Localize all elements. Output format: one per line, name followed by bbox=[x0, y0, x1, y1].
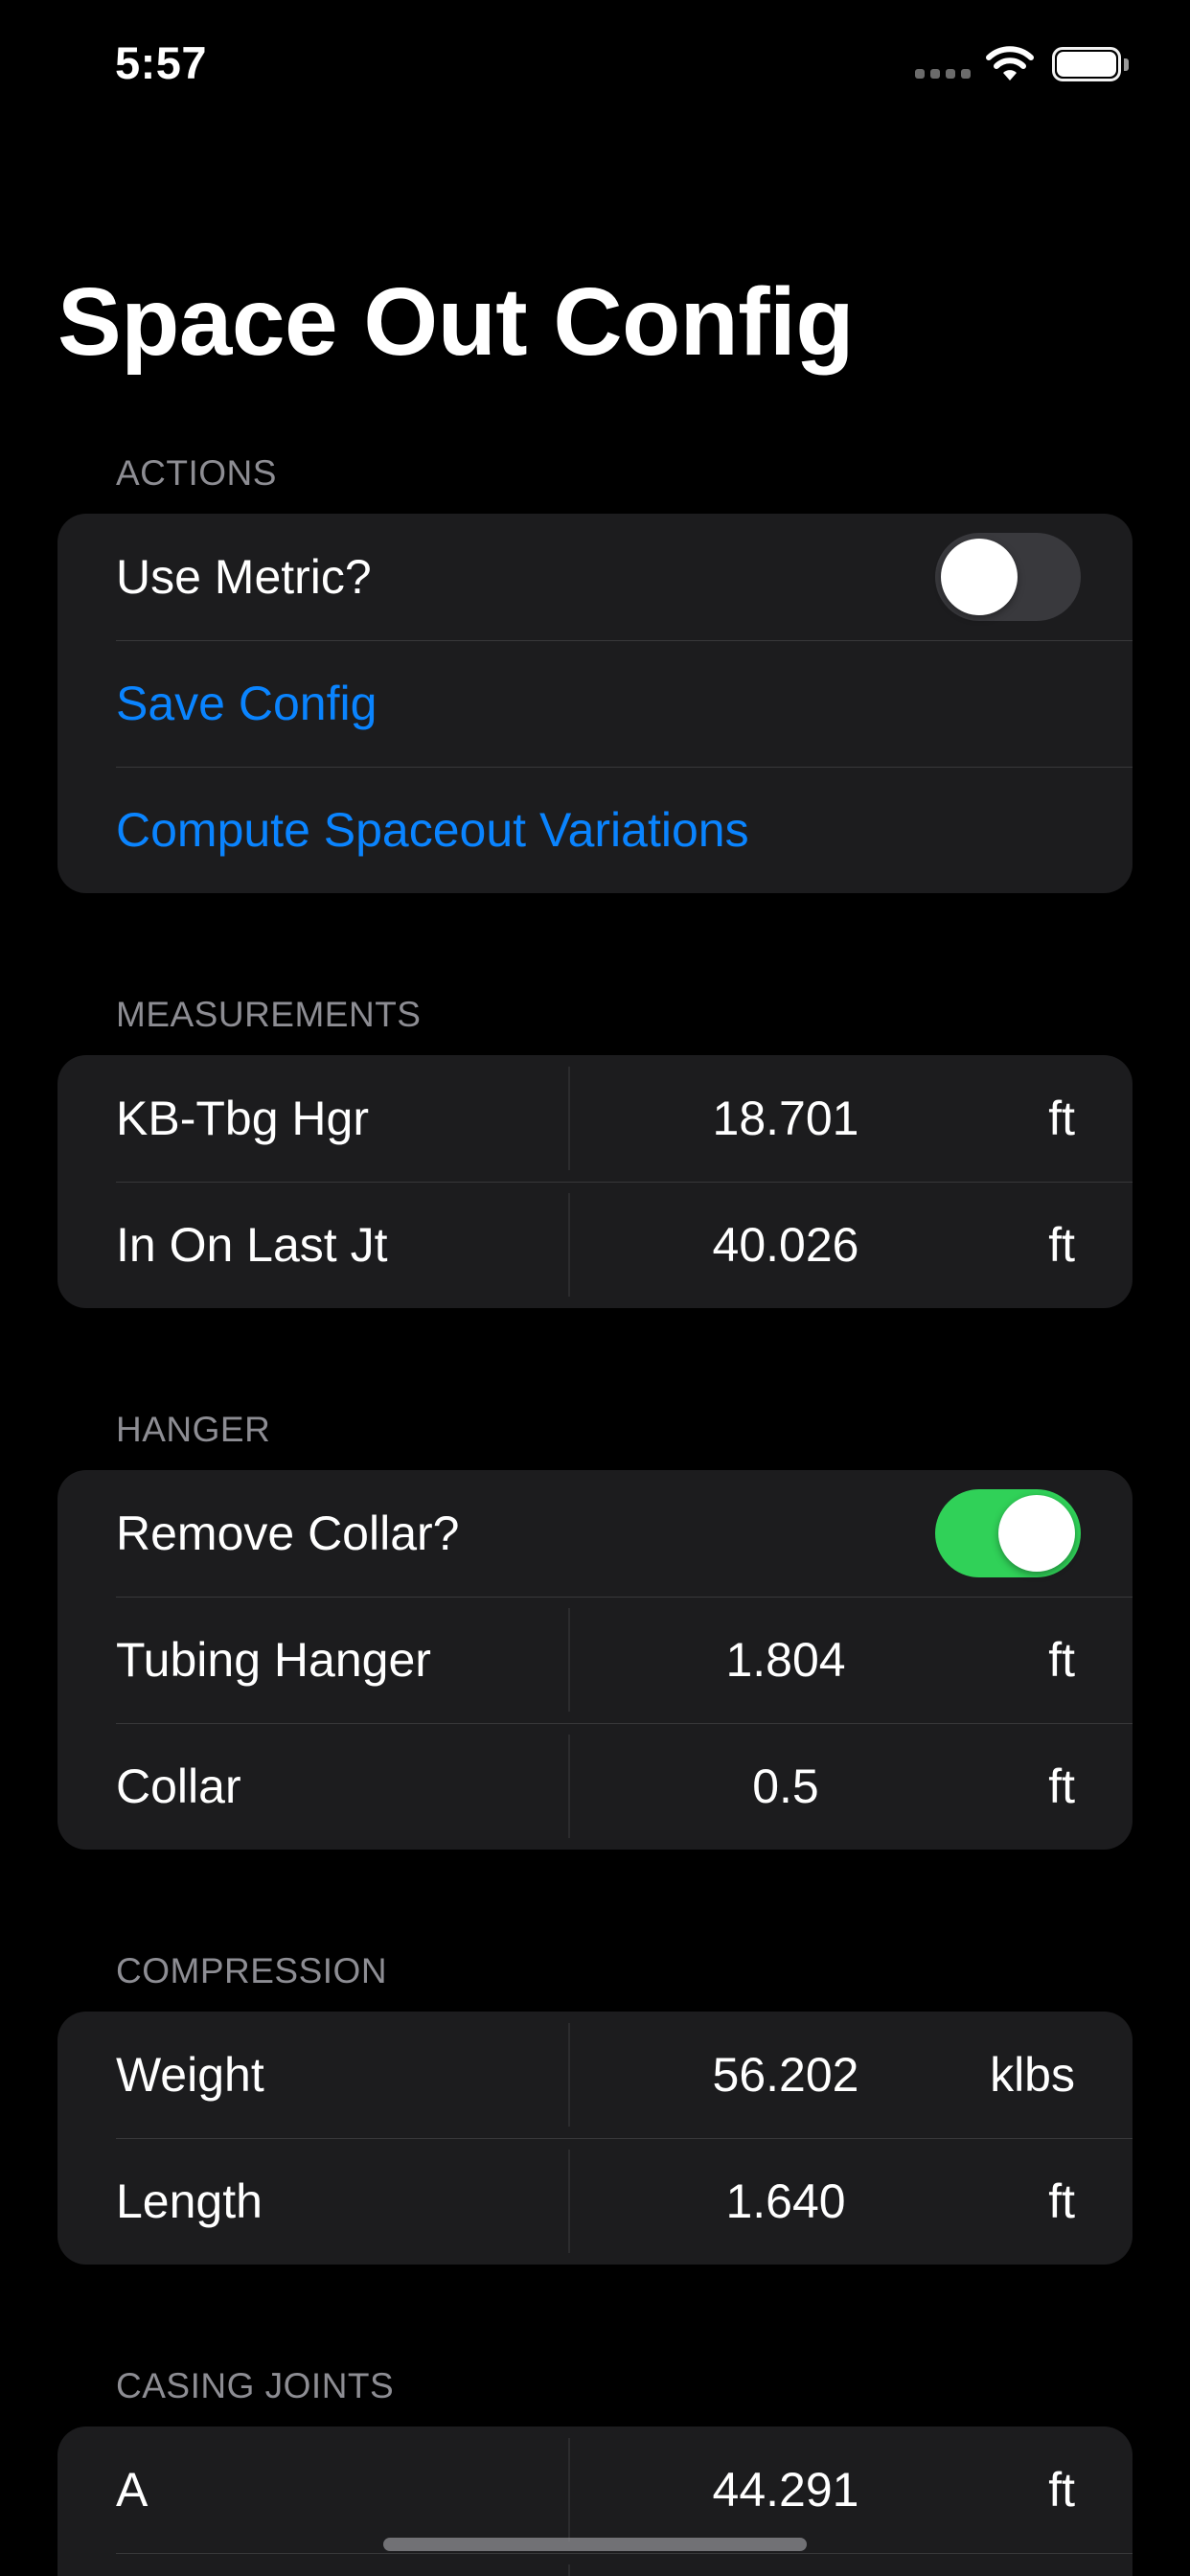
in-on-last-jt-field[interactable]: 40.026 bbox=[570, 1182, 1001, 1308]
tubing-hanger-label: Tubing Hanger bbox=[116, 1633, 431, 1687]
status-bar: 5:57 bbox=[0, 0, 1190, 134]
casing-joint-a-label: A bbox=[116, 2463, 149, 2517]
battery-icon bbox=[1052, 47, 1129, 81]
remove-collar-row: Remove Collar? bbox=[57, 1470, 1133, 1597]
save-config-row[interactable]: Save Config bbox=[57, 640, 1133, 767]
casing-joint-a-field[interactable]: 44.291 bbox=[570, 2426, 1001, 2553]
unit-label: ft bbox=[1048, 1633, 1075, 1687]
weight-label: Weight bbox=[116, 2048, 264, 2102]
length-field[interactable]: 1.640 bbox=[570, 2138, 1001, 2265]
measurements-group: KB-Tbg Hgr 18.701 ft In On Last Jt 40.02… bbox=[57, 1055, 1133, 1308]
page-title: Space Out Config bbox=[57, 268, 854, 376]
unit-label: ft bbox=[1048, 2463, 1075, 2517]
toggle-knob bbox=[998, 1495, 1075, 1572]
table-row: KB-Tbg Hgr 18.701 ft bbox=[57, 1055, 1133, 1182]
in-on-last-jt-label: In On Last Jt bbox=[116, 1218, 388, 1272]
kb-tbg-hgr-label: KB-Tbg Hgr bbox=[116, 1092, 369, 1145]
table-row: In On Last Jt 40.026 ft bbox=[57, 1182, 1133, 1308]
unit-label: ft bbox=[1048, 1092, 1075, 1145]
compression-group: Weight 56.202 klbs Length 1.640 ft bbox=[57, 2012, 1133, 2265]
section-header-casing-joints: CASING JOINTS bbox=[116, 2366, 395, 2405]
tubing-hanger-field[interactable]: 1.804 bbox=[570, 1597, 1001, 1723]
cellular-signal-icon bbox=[915, 69, 971, 80]
save-config-button[interactable]: Save Config bbox=[116, 640, 377, 767]
length-label: Length bbox=[116, 2174, 263, 2228]
table-row: Length 1.640 ft bbox=[57, 2138, 1133, 2265]
unit-label: klbs bbox=[990, 2048, 1075, 2102]
battery-level bbox=[1057, 52, 1116, 77]
section-header-hanger: HANGER bbox=[116, 1410, 271, 1449]
home-indicator[interactable] bbox=[383, 2538, 807, 2551]
collar-field[interactable]: 0.5 bbox=[570, 1723, 1001, 1850]
status-time: 5:57 bbox=[115, 37, 208, 88]
table-row: Tubing Hanger 1.804 ft bbox=[57, 1597, 1133, 1723]
remove-collar-label: Remove Collar? bbox=[116, 1506, 460, 1560]
toggle-knob bbox=[941, 539, 1018, 615]
table-row bbox=[57, 2553, 1133, 2576]
hanger-group: Remove Collar? Tubing Hanger 1.804 ft Co… bbox=[57, 1470, 1133, 1850]
unit-label: ft bbox=[1048, 1760, 1075, 1813]
unit-label: ft bbox=[1048, 2174, 1075, 2228]
collar-label: Collar bbox=[116, 1760, 241, 1813]
casing-joints-group: A 44.291 ft bbox=[57, 2426, 1133, 2576]
screen: 5:57 Space Out Config ACTIONS Use Metric… bbox=[0, 0, 1190, 2576]
use-metric-toggle[interactable] bbox=[935, 533, 1081, 621]
remove-collar-toggle[interactable] bbox=[935, 1489, 1081, 1577]
table-row: Weight 56.202 klbs bbox=[57, 2012, 1133, 2138]
kb-tbg-hgr-field[interactable]: 18.701 bbox=[570, 1055, 1001, 1182]
table-row: Collar 0.5 ft bbox=[57, 1723, 1133, 1850]
column-divider bbox=[568, 2564, 570, 2576]
wifi-icon bbox=[986, 46, 1034, 80]
compute-spaceout-variations-button[interactable]: Compute Spaceout Variations bbox=[116, 767, 749, 893]
actions-group: Use Metric? Save Config Compute Spaceout… bbox=[57, 514, 1133, 893]
section-header-compression: COMPRESSION bbox=[116, 1951, 388, 1990]
table-row: A 44.291 ft bbox=[57, 2426, 1133, 2553]
section-header-actions: ACTIONS bbox=[116, 453, 277, 493]
weight-field[interactable]: 56.202 bbox=[570, 2012, 1001, 2138]
use-metric-label: Use Metric? bbox=[116, 550, 372, 604]
unit-label: ft bbox=[1048, 1218, 1075, 1272]
compute-row[interactable]: Compute Spaceout Variations bbox=[57, 767, 1133, 893]
section-header-measurements: MEASUREMENTS bbox=[116, 995, 422, 1034]
use-metric-row: Use Metric? bbox=[57, 514, 1133, 640]
